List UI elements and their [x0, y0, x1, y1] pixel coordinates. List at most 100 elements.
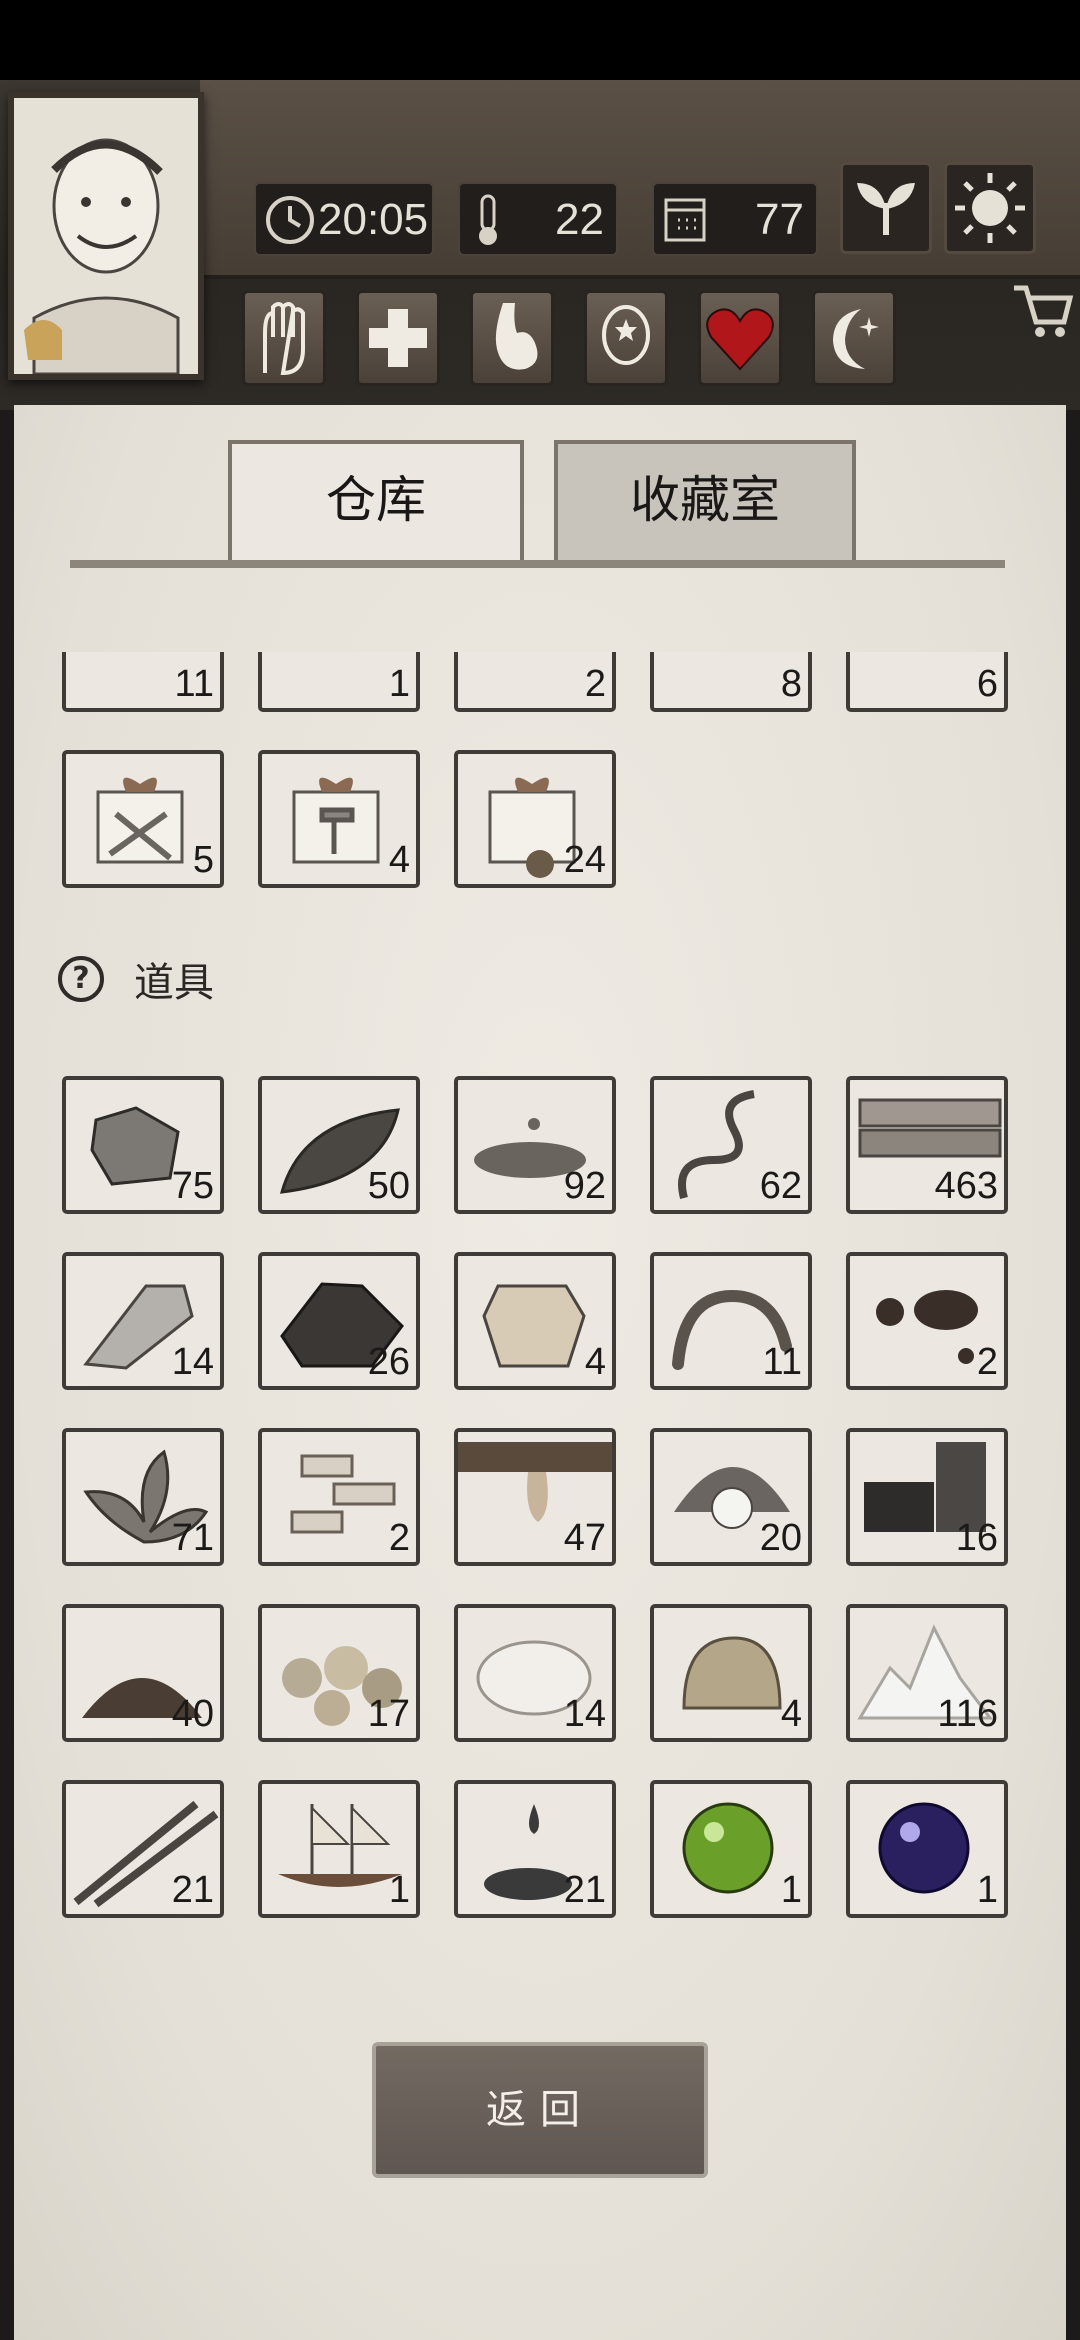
crate-weapons[interactable]: 5: [62, 750, 224, 888]
avatar[interactable]: [8, 92, 204, 380]
item-quantity: 2: [584, 663, 606, 705]
hide-item[interactable]: 4: [454, 1252, 616, 1390]
item-quantity: 17: [367, 1693, 410, 1735]
clay-item[interactable]: 4: [650, 1604, 812, 1742]
time-value: 20:05: [318, 195, 429, 244]
item-quantity: 6: [976, 663, 998, 705]
portrait-sketch: [24, 138, 180, 376]
bamboo-item[interactable]: 21: [62, 1780, 224, 1918]
soil-item[interactable]: 40: [62, 1604, 224, 1742]
item-quantity: 4: [780, 1693, 802, 1735]
mind-button[interactable]: [584, 290, 668, 386]
section-title: 道具: [134, 960, 214, 1006]
item-quantity: 75: [171, 1165, 214, 1207]
pearl-item[interactable]: 20: [650, 1428, 812, 1566]
item-quantity: 2: [976, 1341, 998, 1383]
mud-item[interactable]: 92: [454, 1076, 616, 1214]
help-icon[interactable]: ?: [58, 956, 104, 1002]
item-quantity: 14: [171, 1341, 214, 1383]
tab-divider: [70, 560, 1005, 568]
oil-item[interactable]: 2: [846, 1252, 1008, 1390]
day-display: 77: [652, 182, 818, 256]
green-orb-item[interactable]: 1: [650, 1780, 812, 1918]
item-quantity: 1: [388, 663, 410, 705]
purple-orb-item[interactable]: 1: [846, 1780, 1008, 1918]
item-quantity: 16: [955, 1517, 998, 1559]
flint-item[interactable]: 14: [62, 1252, 224, 1390]
crate-wood[interactable]: 24: [454, 750, 616, 888]
gold-ore-item[interactable]: 17: [258, 1604, 420, 1742]
item-quantity: 4: [584, 1341, 606, 1383]
item-quantity: 5: [192, 839, 214, 881]
item-quantity: 1: [388, 1869, 410, 1911]
stomach-icon: [495, 303, 538, 370]
thermometer-icon: [479, 194, 497, 245]
heart-icon: [706, 308, 774, 371]
stomach-button[interactable]: [470, 290, 554, 386]
ore-item[interactable]: 26: [258, 1252, 420, 1390]
crate-tools[interactable]: 4: [258, 750, 420, 888]
temperature-value: 22: [555, 195, 604, 244]
tab-collection[interactable]: 收藏室: [554, 440, 856, 566]
vine-item[interactable]: 62: [650, 1076, 812, 1214]
item-quantity: 21: [563, 1869, 606, 1911]
item-quantity: 20: [759, 1517, 802, 1559]
temperature-display: 22: [458, 182, 618, 256]
head-icon: [602, 305, 650, 365]
item-quantity: 47: [563, 1517, 606, 1559]
resin-item[interactable]: 47: [454, 1428, 616, 1566]
item-quantity: 116: [937, 1693, 998, 1735]
herb-item[interactable]: 71: [62, 1428, 224, 1566]
bark-item[interactable]: 2: [258, 1428, 420, 1566]
sprout-button[interactable]: [840, 162, 932, 254]
ship-item[interactable]: 1: [258, 1780, 420, 1918]
item-quantity: 463: [934, 1165, 998, 1207]
item-quantity: 4: [388, 839, 410, 881]
item-quantity: 92: [563, 1165, 606, 1207]
item-quantity: 11: [762, 1341, 802, 1383]
sun-button[interactable]: [944, 162, 1036, 254]
list-item[interactable]: 1: [258, 652, 420, 712]
sleep-button[interactable]: [812, 290, 896, 386]
planks-item[interactable]: 463: [846, 1076, 1008, 1214]
clock-icon: [266, 196, 314, 244]
cotton-item[interactable]: 14: [454, 1604, 616, 1742]
item-quantity: 40: [171, 1693, 214, 1735]
hand-button[interactable]: [242, 290, 326, 386]
item-quantity: 2: [388, 1517, 410, 1559]
calendar-icon: [664, 198, 706, 242]
worm-item[interactable]: 11: [650, 1252, 812, 1390]
hand-icon: [263, 302, 305, 376]
sprout-icon: [857, 183, 915, 235]
ink-item[interactable]: 21: [454, 1780, 616, 1918]
item-quantity: 21: [171, 1869, 214, 1911]
stone-item[interactable]: 75: [62, 1076, 224, 1214]
item-quantity: 26: [367, 1341, 410, 1383]
medical-cross-icon: [369, 309, 427, 367]
day-value: 77: [755, 195, 804, 244]
item-quantity: 1: [780, 1869, 802, 1911]
coal-item[interactable]: 16: [846, 1428, 1008, 1566]
list-item[interactable]: 11: [62, 652, 224, 712]
moon-star-icon: [833, 309, 879, 369]
health-button[interactable]: [356, 290, 440, 386]
cart-icon[interactable]: [1008, 276, 1078, 346]
list-item[interactable]: 6: [846, 652, 1008, 712]
item-quantity: 11: [174, 663, 214, 705]
item-quantity: 8: [780, 663, 802, 705]
heart-button[interactable]: [698, 290, 782, 386]
list-item[interactable]: 2: [454, 652, 616, 712]
clock-display: 20:05: [254, 182, 434, 256]
item-quantity: 62: [759, 1165, 802, 1207]
status-bar: [0, 0, 1080, 80]
back-button[interactable]: 返回: [372, 2042, 708, 2178]
item-quantity: 71: [171, 1517, 214, 1559]
item-quantity: 1: [976, 1869, 998, 1911]
partial-row: 11 1 2 8 6: [58, 652, 1018, 712]
list-item[interactable]: 8: [650, 652, 812, 712]
item-quantity: 24: [563, 839, 606, 881]
item-quantity: 50: [367, 1165, 410, 1207]
salt-item[interactable]: 116: [846, 1604, 1008, 1742]
leaf-item[interactable]: 50: [258, 1076, 420, 1214]
tab-warehouse[interactable]: 仓库: [228, 440, 524, 566]
